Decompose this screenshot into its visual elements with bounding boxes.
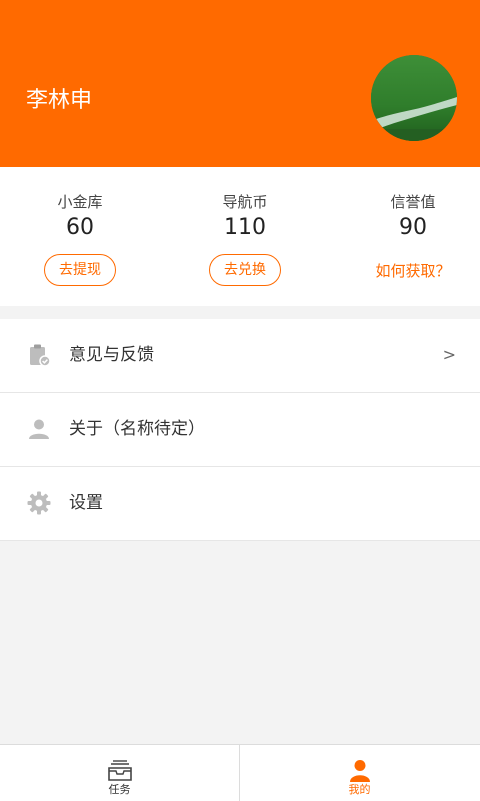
user-name: 李林申 — [26, 88, 93, 113]
stat-value: 90 — [399, 215, 427, 240]
menu-item-label: 意见与反馈 — [69, 345, 154, 365]
menu-item-feedback[interactable]: 意见与反馈 > — [0, 319, 480, 393]
inbox-tray-icon — [107, 760, 132, 781]
menu-item-label: 设置 — [69, 493, 103, 513]
withdraw-button[interactable]: 去提现 — [44, 254, 116, 286]
stats-panel: 小金库 60 去提现 导航币 110 去兑换 信誉值 90 如何获取？ — [0, 167, 480, 306]
person-icon — [29, 419, 49, 439]
tab-label: 我的 — [348, 783, 371, 796]
stat-label: 导航币 — [222, 193, 268, 211]
menu-item-label: 关于（名称待定） — [69, 419, 205, 439]
bottom-tab-bar: 任务 我的 — [0, 744, 480, 801]
tab-mine[interactable]: 我的 — [240, 745, 479, 801]
how-to-earn-link[interactable]: 如何获取？ — [333, 260, 480, 281]
stat-value: 110 — [224, 215, 266, 240]
tab-label: 任务 — [108, 783, 131, 796]
stat-value: 60 — [66, 215, 94, 240]
person-icon — [349, 760, 370, 782]
menu-item-settings[interactable]: 设置 — [0, 467, 480, 541]
settings-menu: 意见与反馈 > 关于（名称待定） 设置 — [0, 319, 480, 541]
clipboard-icon — [30, 344, 51, 367]
profile-header: 李林申 — [0, 0, 480, 167]
stat-label: 小金库 — [57, 193, 103, 211]
redeem-button[interactable]: 去兑换 — [209, 254, 281, 286]
chevron-right-icon: > — [442, 345, 456, 364]
avatar[interactable] — [371, 55, 457, 141]
stat-label: 信誉值 — [390, 193, 436, 211]
gear-icon — [27, 491, 51, 515]
avatar-image — [371, 55, 457, 141]
tab-tasks[interactable]: 任务 — [0, 745, 239, 801]
menu-item-about[interactable]: 关于（名称待定） — [0, 393, 480, 467]
